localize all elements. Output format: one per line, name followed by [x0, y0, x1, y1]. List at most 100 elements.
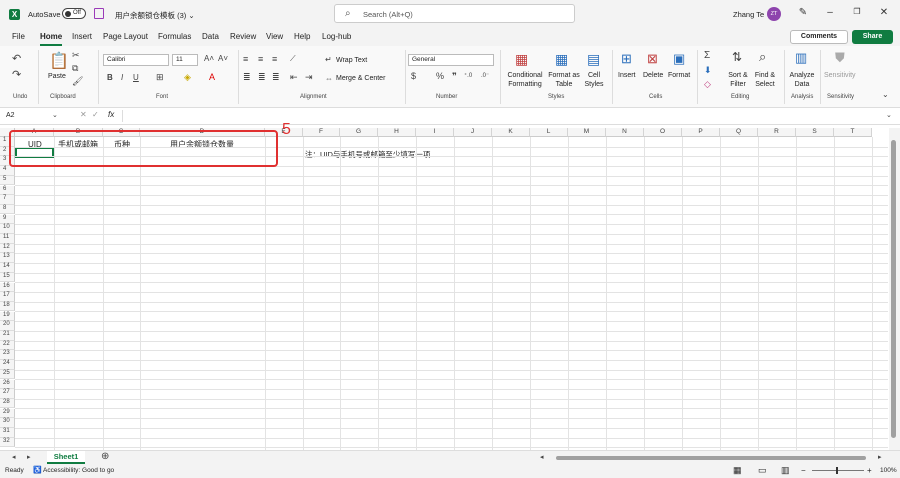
accounting-format-icon[interactable]: $: [411, 71, 416, 81]
orientation-icon[interactable]: ⟋: [290, 54, 296, 64]
row-header-31[interactable]: 31: [0, 428, 15, 438]
format-button[interactable]: Format: [668, 71, 690, 80]
worksheet-grid[interactable]: UID 手机或邮箱 币种 用户余额锁仓数量 注：UID与手机号或邮箱至少填写一项…: [0, 128, 888, 450]
column-header-n[interactable]: N: [606, 128, 644, 137]
borders-icon[interactable]: ⊞: [156, 72, 164, 83]
tab-formulas[interactable]: Formulas: [158, 32, 191, 41]
row-header-7[interactable]: 7: [0, 195, 15, 205]
vertical-scrollbar[interactable]: [889, 128, 900, 450]
underline-icon[interactable]: U: [133, 73, 139, 82]
minimize-button[interactable]: –: [822, 7, 838, 18]
zoom-out-icon[interactable]: −: [801, 466, 806, 475]
cancel-icon[interactable]: ✕: [80, 110, 87, 119]
formula-input[interactable]: [122, 110, 882, 122]
insert-function-button[interactable]: fx: [108, 110, 114, 119]
tab-log-hub[interactable]: Log-hub: [322, 32, 351, 41]
percent-icon[interactable]: %: [436, 71, 444, 81]
font-name-select[interactable]: Calibri: [103, 54, 169, 66]
row-header-18[interactable]: 18: [0, 301, 15, 312]
tab-review[interactable]: Review: [230, 32, 256, 41]
align-middle-icon[interactable]: ≡: [258, 54, 263, 64]
analyze-data-button[interactable]: Analyze Data: [788, 71, 816, 89]
enter-icon[interactable]: ✓: [92, 110, 99, 119]
bold-icon[interactable]: B: [107, 73, 113, 82]
zoom-in-icon[interactable]: +: [867, 466, 872, 475]
format-painter-icon[interactable]: 🖌: [72, 76, 83, 87]
comments-button[interactable]: Comments: [790, 30, 848, 44]
zoom-slider[interactable]: [812, 470, 864, 471]
restore-button[interactable]: ❐: [849, 7, 865, 16]
row-header-14[interactable]: 14: [0, 263, 15, 273]
avatar[interactable]: ZT: [767, 7, 781, 21]
row-header-9[interactable]: 9: [0, 214, 15, 225]
collapse-ribbon-icon[interactable]: ⌄: [882, 90, 889, 99]
row-header-13[interactable]: 13: [0, 253, 15, 263]
cut-icon[interactable]: ✂: [72, 50, 80, 61]
share-button[interactable]: Share: [852, 30, 893, 44]
conditional-formatting-button[interactable]: Conditional Formatting: [505, 71, 545, 89]
zoom-slider-thumb[interactable]: [836, 467, 838, 474]
search-box[interactable]: ⌕ Search (Alt+Q): [334, 4, 575, 23]
page-break-view-icon[interactable]: ▥: [781, 465, 790, 476]
accessibility-status[interactable]: Accessibility: Good to go: [43, 467, 114, 474]
row-header-24[interactable]: 24: [0, 360, 15, 370]
column-header-i[interactable]: I: [416, 128, 454, 137]
italic-icon[interactable]: I: [121, 73, 123, 82]
row-header-16[interactable]: 16: [0, 282, 15, 292]
row-header-17[interactable]: 17: [0, 292, 15, 302]
horizontal-scrollbar[interactable]: [556, 456, 866, 460]
prev-sheet-icon[interactable]: ◂: [12, 453, 16, 461]
row-header-25[interactable]: 25: [0, 369, 15, 380]
column-header-h[interactable]: H: [378, 128, 416, 137]
align-top-icon[interactable]: ≡: [243, 54, 248, 64]
tab-data[interactable]: Data: [202, 32, 219, 41]
column-header-f[interactable]: F: [303, 128, 340, 137]
wrap-text-button[interactable]: Wrap Text: [336, 56, 367, 65]
insert-button[interactable]: Insert: [618, 71, 636, 80]
redo-icon[interactable]: ↷: [12, 68, 21, 81]
row-header-11[interactable]: 11: [0, 234, 15, 244]
column-header-t[interactable]: T: [834, 128, 872, 137]
copy-icon[interactable]: ⧉: [72, 63, 78, 74]
shrink-font-icon[interactable]: A˅: [218, 54, 228, 63]
align-right-icon[interactable]: ≣: [272, 72, 280, 83]
normal-view-icon[interactable]: ▦: [733, 465, 742, 476]
fill-color-icon[interactable]: ◈: [184, 72, 191, 83]
page-layout-view-icon[interactable]: ▭: [758, 465, 767, 476]
row-header-20[interactable]: 20: [0, 321, 15, 331]
name-box-dropdown-icon[interactable]: ⌄: [52, 111, 58, 119]
row-header-29[interactable]: 29: [0, 408, 15, 419]
tab-view[interactable]: View: [266, 32, 283, 41]
number-format-select[interactable]: General: [408, 54, 494, 66]
column-header-l[interactable]: L: [530, 128, 568, 137]
tab-page-layout[interactable]: Page Layout: [103, 32, 148, 41]
column-header-r[interactable]: R: [758, 128, 796, 137]
paste-button[interactable]: Paste: [48, 72, 66, 81]
row-header-4[interactable]: 4: [0, 166, 15, 176]
decrease-decimal-icon[interactable]: .0⁻: [481, 72, 489, 79]
column-header-k[interactable]: K: [492, 128, 530, 137]
column-header-j[interactable]: J: [454, 128, 492, 137]
column-header-g[interactable]: G: [340, 128, 378, 137]
outdent-icon[interactable]: ⇥: [305, 72, 313, 83]
row-header-21[interactable]: 21: [0, 331, 15, 341]
clipboard-icon[interactable]: 📋: [49, 51, 69, 71]
row-header-5[interactable]: 5: [0, 175, 15, 186]
save-icon[interactable]: [94, 8, 104, 19]
autosave-toggle[interactable]: Off: [62, 8, 86, 19]
tab-home[interactable]: Home: [40, 32, 63, 46]
column-header-o[interactable]: O: [644, 128, 682, 137]
align-bottom-icon[interactable]: ≡: [272, 54, 277, 64]
font-size-select[interactable]: 11: [172, 54, 198, 66]
row-header-15[interactable]: 15: [0, 272, 15, 283]
cell-styles-button[interactable]: Cell Styles: [581, 71, 607, 89]
tab-file[interactable]: File: [12, 32, 25, 41]
tab-insert[interactable]: Insert: [72, 32, 92, 41]
row-header-28[interactable]: 28: [0, 398, 15, 409]
row-header-23[interactable]: 23: [0, 350, 15, 360]
scroll-left-icon[interactable]: ◂: [540, 453, 544, 461]
grow-font-icon[interactable]: A˄: [204, 54, 214, 63]
clear-icon[interactable]: ◇: [704, 79, 711, 90]
column-header-p[interactable]: P: [682, 128, 720, 137]
pen-icon[interactable]: ✎: [795, 7, 811, 18]
